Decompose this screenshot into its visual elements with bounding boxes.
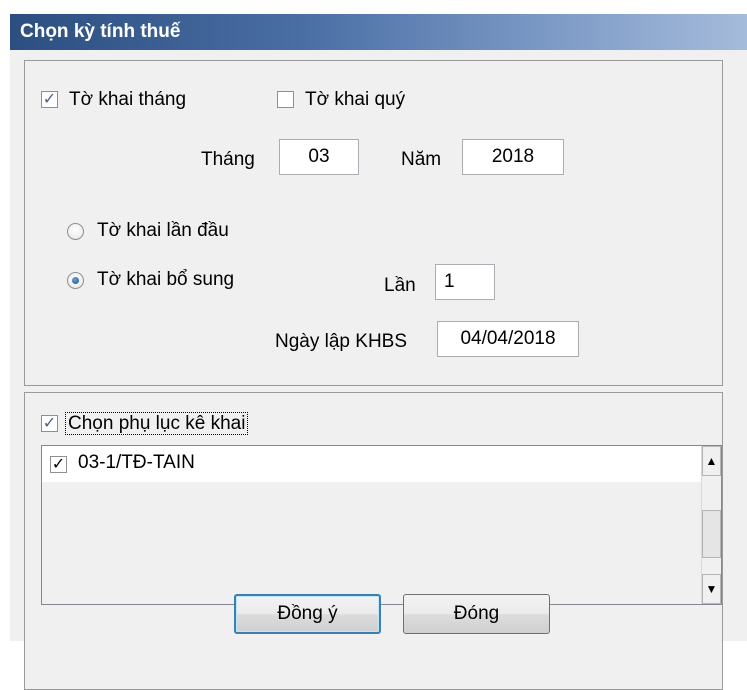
supplement-date-input[interactable]: 04/04/2018 (437, 321, 579, 357)
choose-appendix-label-frame[interactable]: Chọn phụ lục kê khai (65, 412, 249, 435)
month-value: 03 (308, 146, 330, 167)
monthly-return-label: Tờ khai tháng (69, 89, 187, 110)
ok-button-label: Đồng ý (277, 603, 338, 624)
appendix-item-checkbox[interactable]: ✓ (50, 456, 67, 473)
monthly-return-checkbox[interactable]: ✓ (41, 91, 58, 108)
supplement-date-label: Ngày lập KHBS (275, 331, 408, 352)
choose-tax-period-dialog: Chọn kỳ tính thuế ✓ Tờ khai tháng Tờ kha… (10, 14, 747, 690)
first-return-label: Tờ khai lần đầu (97, 220, 229, 241)
year-value: 2018 (491, 146, 535, 167)
times-input[interactable]: 1 (435, 264, 495, 300)
checkmark-icon: ✓ (42, 90, 57, 108)
tax-period-group: ✓ Tờ khai tháng Tờ khai quý Tháng 03 Năm… (24, 60, 723, 386)
checkmark-icon: ✓ (51, 455, 66, 473)
radio-selected-dot (72, 277, 79, 284)
month-label: Tháng (201, 149, 255, 170)
dialog-title: Chọn kỳ tính thuế (10, 14, 747, 50)
list-scrollbar[interactable]: ▲ ▼ (701, 446, 721, 604)
supplement-date-value: 04/04/2018 (460, 328, 556, 349)
supplementary-return-radio[interactable] (67, 272, 84, 289)
choose-appendix-checkbox[interactable]: ✓ (41, 415, 58, 432)
checkmark-icon: ✓ (42, 414, 57, 432)
year-input[interactable]: 2018 (462, 139, 564, 175)
scroll-thumb[interactable] (702, 510, 721, 558)
year-label: Năm (401, 149, 442, 170)
times-label: Lần (384, 275, 416, 296)
close-button[interactable]: Đóng (403, 594, 550, 634)
first-return-radio[interactable] (67, 223, 84, 240)
quarterly-return-label: Tờ khai quý (305, 89, 406, 110)
times-value: 1 (444, 271, 455, 292)
ok-button[interactable]: Đồng ý (234, 594, 381, 634)
scroll-up-arrow-icon[interactable]: ▲ (702, 446, 721, 476)
month-input[interactable]: 03 (279, 139, 359, 175)
appendix-group: ✓ Chọn phụ lục kê khai ✓ 03-1/TĐ-TAIN ▲ … (24, 392, 723, 690)
quarterly-return-checkbox[interactable] (277, 91, 294, 108)
supplementary-return-label: Tờ khai bổ sung (97, 269, 235, 290)
scroll-down-arrow-icon[interactable]: ▼ (702, 574, 721, 604)
list-item[interactable]: ✓ 03-1/TĐ-TAIN (42, 446, 702, 482)
appendix-list[interactable]: ✓ 03-1/TĐ-TAIN ▲ ▼ (41, 445, 722, 605)
close-button-label: Đóng (453, 603, 500, 624)
appendix-item-label: 03-1/TĐ-TAIN (78, 452, 195, 473)
choose-appendix-label: Chọn phụ lục kê khai (65, 412, 249, 435)
